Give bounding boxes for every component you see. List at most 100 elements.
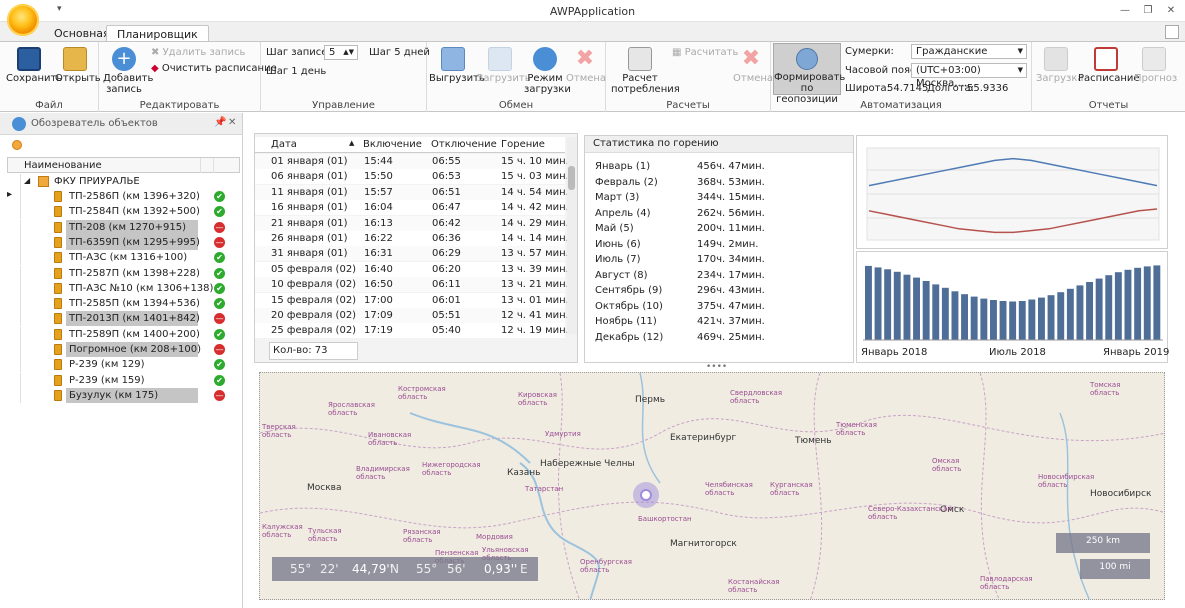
table-row[interactable]: 01 января (01) 15:44 06:55 15 ч. 10 мин.: [255, 154, 569, 169]
delete-record-button[interactable]: ✖ Удалить запись: [151, 47, 245, 58]
splitter-grip[interactable]: ••••: [706, 362, 727, 372]
battery-icon: [54, 282, 62, 294]
clear-schedule-button[interactable]: ◆ Очистить расписание: [151, 63, 277, 74]
table-row[interactable]: 21 января (01) 16:13 06:42 14 ч. 29 мин.: [255, 215, 569, 231]
app-sun-icon[interactable]: [7, 4, 39, 36]
minimize-icon[interactable]: —: [1116, 4, 1134, 18]
add-record-button[interactable]: + Добавить запись: [103, 47, 153, 95]
table-scrollbar[interactable]: [567, 137, 577, 334]
step-stepper[interactable]: 5 ▲▼: [324, 45, 358, 60]
map-city-label: Екатеринбург: [670, 433, 737, 443]
report-schedule-button[interactable]: Расписание: [1078, 47, 1140, 84]
stats-month: Декабрь (12): [595, 331, 664, 343]
calc-consumption-button[interactable]: Расчет потребления: [611, 47, 680, 95]
step-1-day-button[interactable]: Шаг 1 день: [266, 66, 326, 77]
table-cell: 25 февраля (02): [271, 325, 357, 337]
table-cell: 06:53: [432, 171, 461, 183]
col-burn[interactable]: Горение: [501, 139, 545, 150]
twilight-select[interactable]: Гражданские ▼: [911, 44, 1027, 59]
report-forecast-button[interactable]: Прогноз: [1134, 47, 1177, 84]
stop-icon: —: [214, 236, 225, 248]
sun-times-svg: [866, 147, 1160, 241]
pin-icon[interactable]: 📌: [214, 117, 226, 128]
tree-root[interactable]: ◢ ФКУ ПРИУРАЛЬЕ: [7, 174, 240, 189]
open-button[interactable]: Открыть: [55, 47, 101, 84]
table-row[interactable]: 15 февраля (02) 17:00 06:01 13 ч. 01 мин.: [255, 292, 569, 308]
scroll-thumb[interactable]: [568, 166, 575, 190]
download-button[interactable]: Загрузить: [477, 47, 531, 84]
check-icon: ✔: [214, 267, 225, 279]
upload-button[interactable]: Выгрузить: [429, 47, 485, 84]
map-view[interactable]: Пермь Екатеринбург Тюмень Набережные Челны К…: [259, 372, 1165, 600]
load-mode-button[interactable]: Режим загрузки: [524, 47, 571, 95]
tree-item[interactable]: Погромное (км 208+100) —: [7, 342, 240, 357]
tree-item[interactable]: ТП-6359П (км 1295+995) —: [7, 234, 240, 250]
close-panel-icon[interactable]: ✕: [228, 117, 236, 128]
timezone-select[interactable]: (UTC+03:00) Москва,... ▼: [911, 63, 1027, 89]
map-city-label: Набережные Челны: [540, 459, 635, 469]
sort-asc-icon: ▲: [349, 139, 355, 147]
refresh-tree-icon[interactable]: [12, 140, 22, 150]
report-load-button[interactable]: Загрузка: [1036, 47, 1084, 84]
refresh-icon: [533, 47, 557, 71]
stop-icon: —: [214, 344, 225, 355]
map-region-label: Нижегородская область: [422, 461, 481, 477]
map-region-label: Удмуртия: [545, 430, 581, 438]
table-row[interactable]: 31 января (01) 16:31 06:29 13 ч. 57 мин.: [255, 246, 569, 262]
save-button[interactable]: Сохранить: [6, 47, 62, 84]
x-tick-label: Январь 2018: [861, 347, 927, 358]
calculate-button[interactable]: ▦ Расчитать: [672, 47, 738, 58]
map-region-label: Кировская область: [518, 391, 557, 407]
tree-item[interactable]: ТП-АЗС (км 1316+100) ✔: [7, 250, 240, 266]
tree-item[interactable]: Р-239 (км 129) ✔: [7, 357, 240, 373]
collapse-icon[interactable]: ◢: [24, 176, 30, 185]
step-5-days-button[interactable]: Шаг 5 дней: [369, 47, 430, 58]
col-date[interactable]: Дата: [271, 139, 297, 150]
tree-item[interactable]: ТП-2585П (км 1394+536) ✔: [7, 296, 240, 312]
table-row[interactable]: 16 января (01) 16:04 06:47 14 ч. 42 мин.: [255, 200, 569, 216]
col-off[interactable]: Отключение: [431, 139, 497, 150]
table-row[interactable]: 25 февраля (02) 17:19 05:40 12 ч. 19 мин.: [255, 323, 569, 339]
latitude-value: 54.7145: [887, 83, 929, 94]
group-reports: Загрузка Расписание Прогноз Отчеты: [1032, 42, 1185, 112]
tree-item[interactable]: Бузулук (км 175) —: [7, 387, 240, 403]
table-row[interactable]: 26 января (01) 16:22 06:36 14 ч. 14 мин.: [255, 231, 569, 246]
tree-item[interactable]: ТП-208 (км 1270+915) —: [7, 219, 240, 235]
table-row[interactable]: 05 февраля (02) 16:40 06:20 13 ч. 39 мин.: [255, 261, 569, 277]
bar-mark: [1057, 292, 1065, 340]
longitude-value: 55.9336: [967, 83, 1009, 94]
table-row[interactable]: 06 января (01) 15:50 06:53 15 ч. 03 мин.: [255, 169, 569, 185]
table-cell: 15 ч. 10 мин.: [501, 156, 569, 167]
burn-duration-svg: Январь 2018 Июль 2018 Январь 2019: [861, 265, 1169, 358]
tree-item[interactable]: ТП-АЗС №10 (км 1306+138) ✔: [7, 280, 240, 296]
map-region-label: Калужская область: [262, 523, 303, 539]
tree-item[interactable]: ТП-2587П (км 1398+228) ✔: [7, 265, 240, 281]
table-row[interactable]: 20 февраля (02) 17:09 05:51 12 ч. 41 мин.: [255, 308, 569, 323]
map-region-label: Тульская область: [308, 527, 342, 543]
battery-icon: [54, 344, 62, 355]
form-by-geo-button[interactable]: Формировать по геопозиции: [773, 43, 845, 105]
object-explorer: Обозреватель объектов 📌 ✕ Наименование ◢…: [0, 113, 243, 608]
group-edit: + Добавить запись ✖ Удалить запись ◆ Очи…: [99, 42, 277, 112]
folder-icon: [63, 47, 87, 71]
table-row[interactable]: 10 февраля (02) 16:50 06:11 13 ч. 21 мин.: [255, 277, 569, 293]
bar-mark: [884, 269, 892, 340]
stepper-arrows-icon[interactable]: ▲▼: [343, 46, 354, 59]
tree-item[interactable]: ▸ ТП-2586П (км 1396+320) ✔: [7, 189, 240, 204]
battery-icon: [54, 298, 62, 310]
close-icon[interactable]: ✕: [1162, 4, 1180, 18]
tree-item[interactable]: ТП-2584П (км 1392+500) ✔: [7, 204, 240, 220]
restore-icon[interactable]: ❐: [1139, 4, 1157, 18]
table-row[interactable]: 11 января (01) 15:57 06:51 14 ч. 54 мин.: [255, 184, 569, 200]
table-cell: 06:20: [432, 263, 461, 275]
tree-item[interactable]: Р-239 (км 159) ✔: [7, 372, 240, 388]
calc-cancel-button[interactable]: ✖ Отмена: [733, 47, 773, 85]
col-on[interactable]: Включение: [363, 139, 422, 150]
ribbon-options-icon[interactable]: [1165, 25, 1179, 39]
exchange-cancel-button[interactable]: ✖ Отмена: [566, 47, 606, 85]
ribbon: Сохранить Открыть Файл + Добавить запись…: [0, 41, 1185, 112]
tree-item[interactable]: ТП-2589П (км 1400+200) ✔: [7, 326, 240, 342]
tree-item[interactable]: ТП-2013П (км 1401+842) —: [7, 311, 240, 327]
location-pin-icon[interactable]: [633, 482, 659, 508]
load-report-icon: [1044, 47, 1068, 71]
